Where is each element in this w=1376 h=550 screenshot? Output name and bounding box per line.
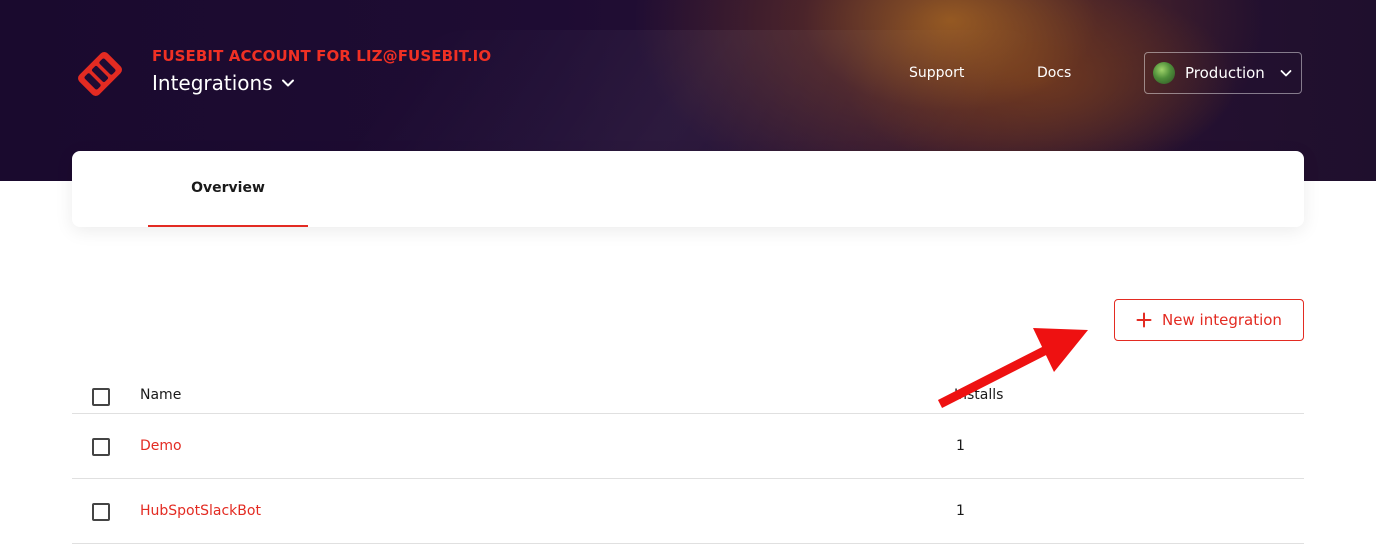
docs-link[interactable]: Docs	[1037, 65, 1071, 81]
integration-name-link[interactable]: Demo	[140, 438, 182, 454]
plus-icon	[1136, 312, 1152, 328]
installs-count: 1	[956, 438, 965, 454]
environment-avatar	[1153, 62, 1175, 84]
row-checkbox[interactable]	[92, 438, 110, 456]
tabs-card: Overview	[72, 151, 1304, 227]
installs-count: 1	[956, 503, 965, 519]
chevron-down-icon	[281, 76, 295, 90]
integrations-dropdown[interactable]: Integrations	[152, 71, 295, 95]
column-header-installs[interactable]: Installs	[954, 387, 1003, 403]
column-header-name[interactable]: Name	[140, 387, 181, 403]
environment-select[interactable]: Production	[1144, 52, 1302, 94]
support-link[interactable]: Support	[909, 65, 964, 81]
table-row[interactable]: Demo 1	[72, 414, 1304, 479]
page: FUSEBIT ACCOUNT FOR LIZ@FUSEBIT.IO Integ…	[0, 0, 1376, 550]
integrations-table: Name Installs Demo 1 HubSpotSlackBot 1	[72, 368, 1304, 544]
table-row[interactable]: HubSpotSlackBot 1	[72, 479, 1304, 544]
row-checkbox[interactable]	[92, 503, 110, 521]
integration-name-link[interactable]: HubSpotSlackBot	[140, 503, 261, 519]
account-label: FUSEBIT ACCOUNT FOR LIZ@FUSEBIT.IO	[152, 47, 492, 65]
tab-overview[interactable]: Overview	[148, 151, 308, 227]
new-integration-button[interactable]: New integration	[1114, 299, 1304, 341]
chevron-down-icon	[1279, 66, 1293, 80]
select-all-checkbox[interactable]	[92, 388, 110, 406]
environment-label: Production	[1185, 64, 1265, 82]
new-integration-label: New integration	[1162, 311, 1282, 329]
fusebit-logo-icon[interactable]	[70, 44, 130, 104]
page-title: Integrations	[152, 71, 273, 95]
table-header-row: Name Installs	[72, 368, 1304, 414]
